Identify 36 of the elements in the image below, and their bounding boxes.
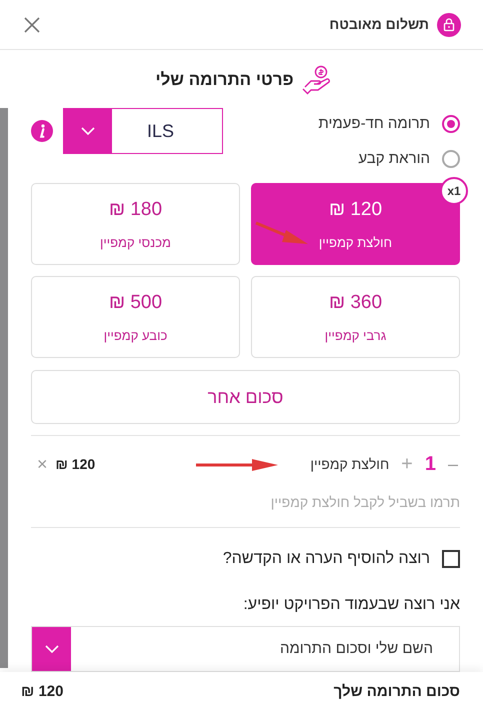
cart-item-name: חולצת קמפיין (310, 454, 390, 474)
radio-button[interactable] (442, 115, 460, 134)
header-title: תשלום מאובטח (329, 15, 429, 34)
gift-name: גרבי קמפיין (324, 326, 386, 344)
total-amount: 120 ₪ (21, 682, 64, 702)
field-label: אני רוצה שבעמוד הפרויקט יופיע: (242, 595, 460, 615)
lock-icon (437, 12, 461, 36)
remove-button[interactable]: × (37, 455, 48, 473)
other-amount-button[interactable]: סכום אחר (31, 370, 460, 424)
gift-name: כובע קמפיין (104, 326, 168, 344)
decrement-button[interactable]: – (448, 450, 458, 478)
gift-name: מכנסי קמפיין (100, 234, 171, 252)
amount-value: 120 ₪ (328, 198, 382, 222)
display-select[interactable]: השם שלי וסכום התרומה (31, 626, 460, 672)
count-badge: x1 (440, 177, 468, 205)
total-label: סכום התרומה שלך (334, 682, 460, 702)
chevron-down-icon (81, 126, 95, 136)
amount-value: 180 ₪ (108, 198, 162, 222)
info-icon[interactable] (31, 120, 53, 142)
amount-value: 360 ₪ (328, 291, 382, 315)
close-button[interactable] (22, 14, 42, 34)
currency-select[interactable]: ILS (63, 108, 223, 154)
dedication-checkbox[interactable] (442, 550, 460, 568)
radio-button[interactable] (442, 150, 460, 168)
amount-value: 500 ₪ (108, 291, 162, 315)
gift-name: חולצת קמפיין (318, 234, 392, 252)
radio-label: תרומה חד-פעמית (318, 114, 430, 134)
cart-item-price: 120 ₪ (56, 454, 96, 474)
cart-note: תרמו בשביל לקבל חולצת קמפיין (270, 493, 460, 512)
chevron-down-icon (44, 644, 58, 654)
annotation-arrow (254, 221, 308, 245)
section-title: פרטי התרומה שלי (155, 69, 294, 92)
checkbox-label: רוצה להוסיף הערה או הקדשה? (222, 549, 430, 569)
scrollbar[interactable] (0, 108, 8, 668)
quantity: 1 (424, 452, 436, 477)
radio-label: הוראת קבע (358, 148, 430, 168)
